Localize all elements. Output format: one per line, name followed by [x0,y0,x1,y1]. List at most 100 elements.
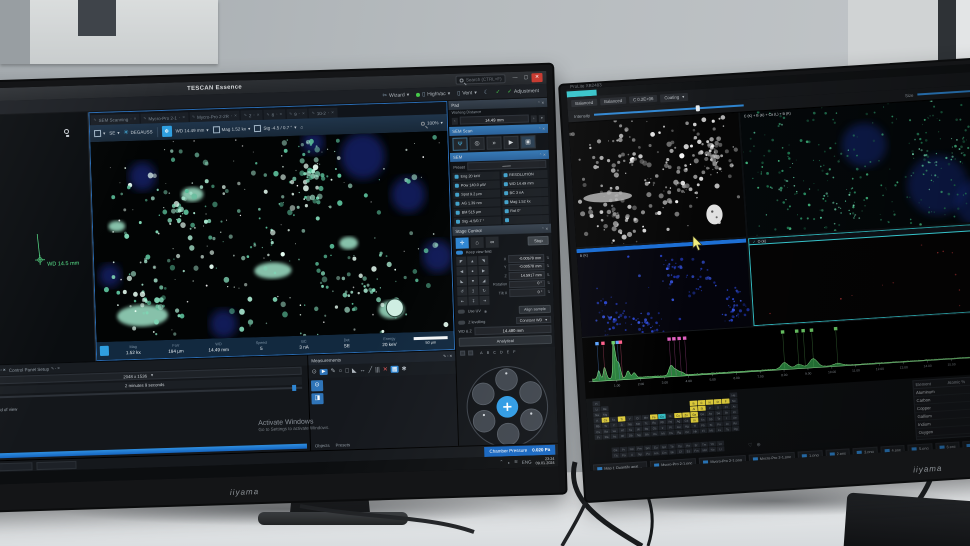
sem-field[interactable]: WD 14.49 mm [501,179,548,188]
element-map-quadrant[interactable]: B (K) [576,238,752,337]
angle-tool-icon[interactable]: ◣ [352,367,357,374]
table-header[interactable]: Atomic % [947,378,970,385]
sem-field[interactable] [502,215,549,224]
measure-subtab[interactable]: Objects [315,443,330,448]
constant-wd-select[interactable]: Constant WD▾ [516,316,552,324]
table-header[interactable]: Element [915,380,945,387]
select-tool-icon[interactable]: ► [320,368,328,374]
status-chip[interactable] [0,462,33,472]
sem-field[interactable]: BM 515 µm [454,207,501,216]
tilt-plus-button[interactable]: ⇥ [479,296,489,305]
close-tab-icon[interactable]: ✕ [302,111,305,115]
arrow-up[interactable]: ▲ [467,256,477,265]
wd-control[interactable]: WD 14.49 mm▾ [176,127,209,134]
speaker-icon[interactable]: ◖ [507,460,510,465]
sem-field[interactable]: Pow 140.0 µW [453,180,500,189]
detector-wheel[interactable] [456,354,558,446]
network-icon[interactable]: ≋ [514,459,518,465]
play-icon[interactable]: ▶ [503,136,518,149]
z-up-button[interactable]: ↥ [468,286,478,295]
arrow-up-right[interactable]: ◥ [478,256,488,265]
coordinate-input[interactable]: 0 ° [509,288,545,297]
align-sample-button[interactable]: Align sample [519,305,551,314]
sem-field[interactable]: Eng 20 keV [452,171,499,180]
coordinate-stepper[interactable]: ⇅ [547,290,550,294]
decrement-button[interactable]: ‹ [452,117,458,124]
sem-field[interactable]: Rot 0° [502,206,549,215]
size-slider[interactable] [917,89,970,95]
z-levelling-toggle[interactable] [458,320,465,324]
home-stage-icon[interactable]: ⌂ [471,237,484,248]
close-tab-icon[interactable]: ✕ [331,111,334,115]
slider-knob[interactable] [696,105,700,111]
adjustment-check[interactable]: ✓ Adjustment [507,88,539,95]
detector-letter[interactable]: B [487,350,490,354]
taskbar-item[interactable]: 6.png [935,441,960,453]
arrow-down[interactable]: ▼ [468,276,478,285]
taskbar-item[interactable]: Mycro-Pro 2-1.png [749,452,796,465]
close-tab-icon[interactable]: ✕ [182,115,185,119]
line-tool-icon[interactable]: ╱ [368,367,372,374]
analytical-button[interactable]: Analytical [459,335,552,347]
rotate-ccw-button[interactable]: ↺ [457,286,467,295]
node-tool-icon[interactable]: ✎ [331,368,336,375]
profile-tool-icon[interactable]: ||| [375,367,380,373]
coordinate-input[interactable]: -0.00578 mm [508,254,544,263]
close-tab-icon[interactable]: ✕ [279,112,282,116]
annotations-button[interactable]: ◨ [311,393,323,404]
wizard-button[interactable]: ✂Wizard▾ [382,92,409,99]
use-uv-toggle[interactable] [458,310,465,314]
taskbar-item[interactable]: 3.png [853,447,878,459]
sem-field[interactable]: Mag 1.52 kx [502,197,549,206]
highvac-button[interactable]: ▯HighVac▾ [416,90,450,97]
sem-field[interactable]: Stg -4.5/0.7 ° [454,216,501,225]
close-tab-icon[interactable]: ✕ [234,114,237,118]
close-button[interactable]: ✕ [531,73,542,82]
grid-tool-icon[interactable]: ▦ [391,366,399,373]
degauss-button[interactable]: ✳DEGAUSS [123,128,152,136]
detector-letter[interactable]: D [500,350,503,354]
options-button[interactable]: ▾ [539,114,545,121]
layers-button[interactable]: ⊙ [311,380,323,391]
detector-letter[interactable]: E [507,350,510,354]
z-down-button[interactable]: ↧ [468,296,478,305]
vent-button[interactable]: ▯Vent▾ [457,90,477,97]
balanced-button[interactable]: Balanced [600,97,626,106]
view-mode-icon[interactable] [468,350,473,355]
mixed-map-quadrant[interactable]: C (K) + B (K) + Ca (L) + B (K) [741,97,970,237]
measure-subtab[interactable]: Presets [335,442,350,447]
minimize-button[interactable]: — [509,74,520,83]
coordinate-stepper[interactable]: ⇅ [546,264,549,268]
taskbar-item[interactable]: 4.png [880,445,905,457]
target-icon[interactable]: ◎ [469,137,484,150]
settings-gear-icon[interactable]: ✱ [401,365,406,372]
stage-control-quick[interactable]: Stg -4.5 / 0.7 °▾ [254,124,296,132]
wdz-value[interactable]: 14.480 mm [475,325,552,335]
chamber-nav-view[interactable]: WD 14.5 mm [0,112,96,365]
freeze-icon[interactable]: ❆ [161,126,171,137]
arrow-down-left[interactable]: ◣ [457,276,467,285]
tab-parameters[interactable]: Parameters ✎ ▫ ✕ [0,368,6,374]
taskbar-item[interactable]: 5.png [908,443,933,455]
coordinate-input[interactable]: -0.00578 mm [508,263,544,272]
arrow-right[interactable]: ▶ [478,266,488,275]
close-tab-icon[interactable]: ✕ [134,117,137,121]
coordinate-stepper[interactable]: ⇅ [547,281,550,285]
eye-tool-icon[interactable]: ⊙ [312,368,317,375]
rotate-cw-button[interactable]: ↻ [479,286,489,295]
stop-button[interactable]: Stop [528,236,549,246]
rect-tool-icon[interactable]: □ [345,368,349,374]
coordinate-input[interactable]: 0 ° [509,280,545,289]
tab-control-panel-setup[interactable]: Control Panel Setup ✎ ▫ ✕ [9,366,60,373]
close-tab-icon[interactable]: ✕ [257,113,260,117]
detector-letter[interactable]: F [513,349,515,353]
detector-signal-icon[interactable]: Ψ [452,137,467,150]
link-icon[interactable]: ∞ [486,236,499,247]
taskbar-item[interactable]: 2.png [825,448,850,460]
favorite-icon[interactable]: ♡ [748,443,753,449]
skip-end-icon[interactable]: » [486,136,501,149]
tilt-minus-button[interactable]: ⇤ [457,296,467,305]
caliper-tool-icon[interactable]: ↔ [359,367,365,373]
arrow-up-left[interactable]: ◤ [456,256,466,265]
taskbar-item[interactable]: Mycro-Pro 2-1.png [650,458,697,471]
